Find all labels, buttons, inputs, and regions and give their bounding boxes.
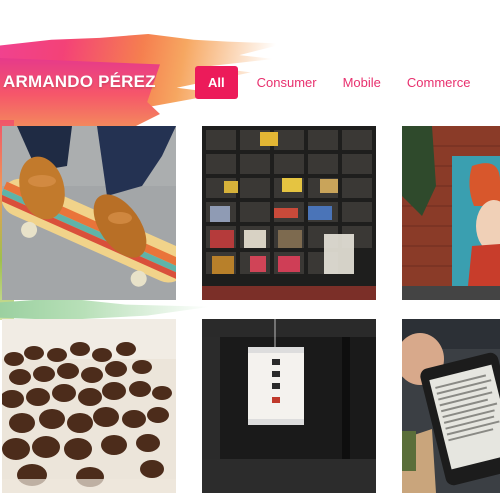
coffee-beans-image [2,319,176,493]
mural-image [402,126,500,300]
gallery-item-bookshelf[interactable] [202,126,376,300]
tab-mobile[interactable]: Mobile [330,66,394,99]
gallery-item-coffee-beans[interactable] [2,319,176,493]
portfolio-page: ARMANDO PÉREZ All Consumer Mobile Commer… [0,0,500,500]
tab-commerce[interactable]: Commerce [394,66,484,99]
skateboard-image [2,126,176,300]
gallery-item-lantern[interactable] [202,319,376,493]
tab-all[interactable]: All [195,66,238,99]
e-reader-image [402,319,500,493]
site-logo[interactable]: ARMANDO PÉREZ [3,72,156,92]
bookshelf-image [202,126,376,300]
tab-consumer[interactable]: Consumer [244,66,330,99]
lantern-image [202,319,376,493]
gallery-item-e-reader[interactable] [402,319,500,493]
filter-nav: All Consumer Mobile Commerce [195,66,483,99]
gallery-item-mural[interactable] [402,126,500,300]
brush-stroke-green [0,298,210,320]
gallery-item-skateboard[interactable] [2,126,176,300]
